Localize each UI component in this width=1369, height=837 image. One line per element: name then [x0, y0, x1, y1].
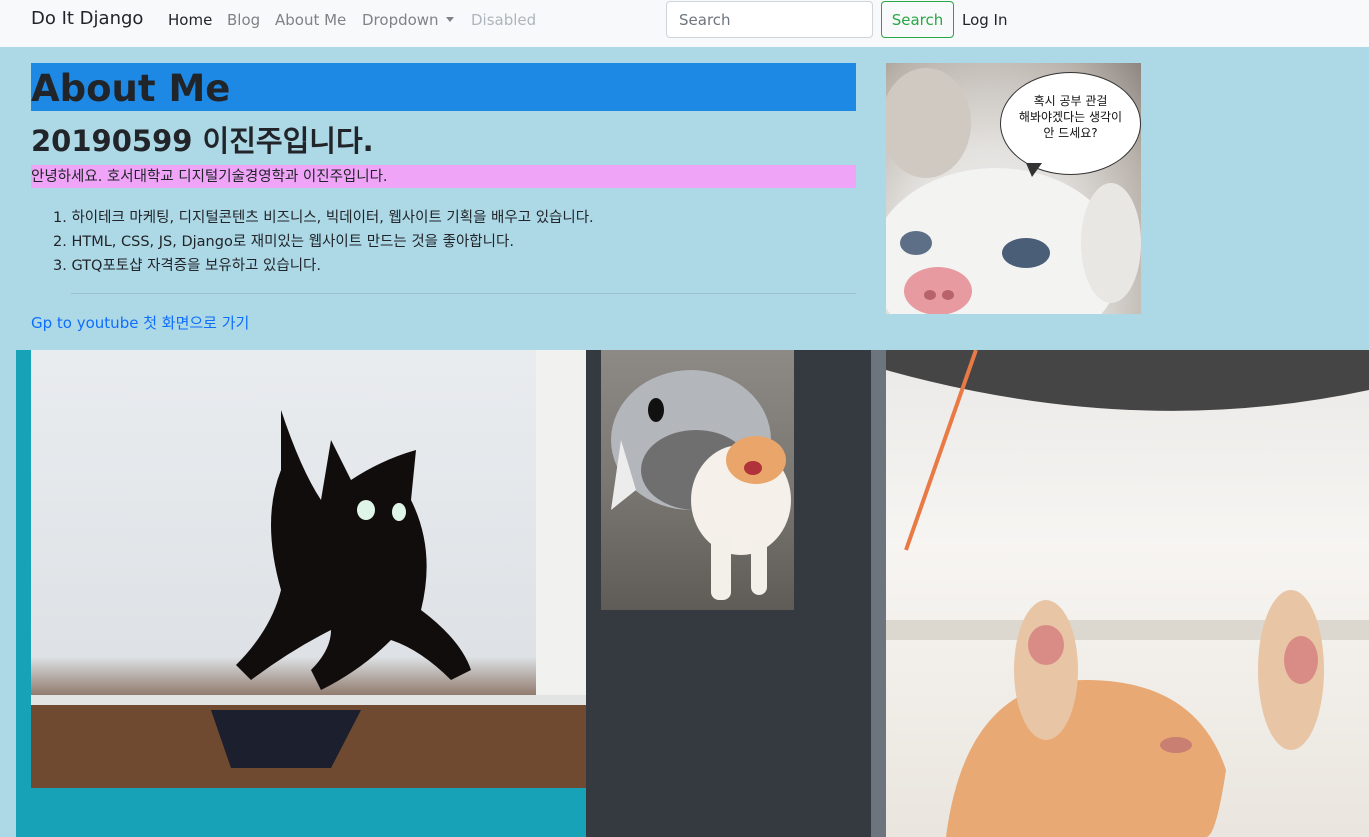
- intro-text: 안녕하세요. 호서대학교 디지털기술경영학과 이진주입니다.: [31, 165, 856, 188]
- divider: [71, 293, 856, 294]
- nav-blog[interactable]: Blog: [227, 11, 260, 29]
- youtube-link[interactable]: Gp to youtube 첫 화면으로 가기: [31, 312, 249, 333]
- cat-speech-image: 혹시 공부 관걸 해봐야겠다는 생각이 안 드세요?: [886, 63, 1141, 314]
- nav-about-me[interactable]: About Me: [275, 11, 346, 29]
- shark-bed-cat-illustration: [611, 370, 791, 600]
- nav-dropdown-label: Dropdown: [362, 11, 439, 29]
- black-cat-illustration: [31, 350, 586, 788]
- bubble-line: 안 드세요?: [1043, 126, 1098, 140]
- page-title: About Me: [31, 63, 856, 111]
- bubble-line: 해봐야겠다는 생각이: [1018, 110, 1123, 124]
- login-link[interactable]: Log In: [962, 11, 1008, 29]
- navbar-brand[interactable]: Do It Django: [31, 8, 143, 29]
- list-text: 하이테크 마케팅, 디지털콘텐츠 비즈니스, 빅데이터, 웹사이트 기획을 배우…: [71, 210, 594, 226]
- list-number: 3.: [53, 258, 67, 274]
- subtitle: 20190599 이진주입니다.: [31, 118, 374, 160]
- nav-disabled: Disabled: [471, 11, 537, 29]
- list-item: 2. HTML, CSS, JS, Django로 재미있는 웹사이트 만드는 …: [53, 230, 594, 254]
- list-number: 2.: [53, 234, 67, 250]
- navbar: Do It Django Home Blog About Me Dropdown…: [0, 0, 1369, 47]
- about-list: 1. 하이테크 마케팅, 디지털콘텐츠 비즈니스, 빅데이터, 웹사이트 기획을…: [53, 206, 594, 278]
- nav-home[interactable]: Home: [168, 11, 212, 29]
- student-id: 20190599: [31, 124, 193, 158]
- orange-cat-image: [886, 350, 1369, 837]
- black-cat-image: [31, 350, 586, 788]
- list-item: 3. GTQ포토샵 자격증을 보유하고 있습니다.: [53, 254, 594, 278]
- list-text: HTML, CSS, JS, Django로 재미있는 웹사이트 만드는 것을 …: [71, 234, 514, 250]
- list-text: GTQ포토샵 자격증을 보유하고 있습니다.: [71, 258, 321, 274]
- chevron-down-icon: [445, 17, 454, 22]
- search-input[interactable]: [666, 1, 873, 38]
- search-button[interactable]: Search: [881, 1, 954, 38]
- name-line: 이진주입니다.: [202, 124, 374, 158]
- orange-cat-illustration: [886, 350, 1369, 837]
- list-number: 1.: [53, 210, 67, 226]
- speech-bubble-tail: [1026, 163, 1042, 177]
- list-item: 1. 하이테크 마케팅, 디지털콘텐츠 비즈니스, 빅데이터, 웹사이트 기획을…: [53, 206, 594, 230]
- gallery-column-gray: [871, 350, 886, 837]
- nav-dropdown[interactable]: Dropdown: [362, 11, 454, 29]
- bubble-line: 혹시 공부 관걸: [1033, 94, 1108, 108]
- shark-bed-cat-image: [601, 350, 794, 610]
- speech-bubble: 혹시 공부 관걸 해봐야겠다는 생각이 안 드세요?: [1000, 72, 1141, 175]
